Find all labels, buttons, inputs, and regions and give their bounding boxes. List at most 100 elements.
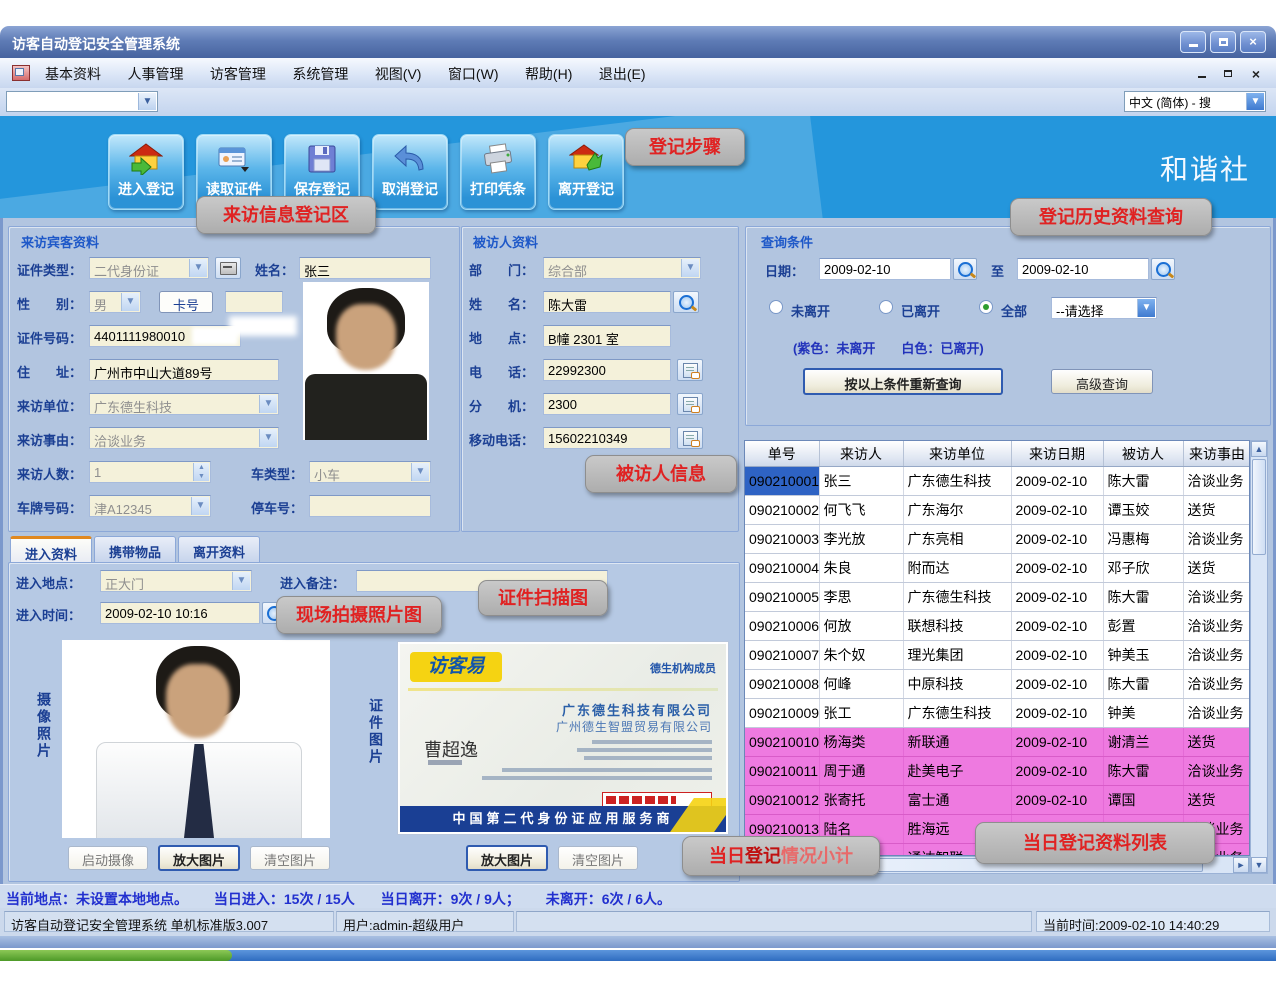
menu-hr[interactable]: 人事管理 — [116, 58, 194, 84]
date-from-picker-button[interactable] — [953, 258, 977, 280]
col-visited[interactable]: 被访人 — [1103, 441, 1183, 467]
plate-no-combo[interactable]: 津A12345 ▼ — [89, 495, 211, 517]
advanced-query-button[interactable]: 高级查询 — [1051, 369, 1153, 394]
entry-time-input[interactable]: 2009-02-10 10:16 — [100, 602, 260, 624]
date-to-input[interactable]: 2009-02-10 — [1017, 258, 1149, 280]
table-row[interactable]: 090210001张三广东德生科技 2009-02-10陈大雷洽谈业务 — [745, 467, 1250, 496]
table-row[interactable]: 090210008何峰中原科技 2009-02-10陈大雷洽谈业务 — [745, 670, 1250, 699]
address-input[interactable]: 广州市中山大道89号 — [89, 359, 279, 381]
dial-ext-button[interactable] — [677, 393, 703, 415]
gender-combo[interactable]: 男 ▼ — [89, 291, 141, 313]
stepper-arrows-icon[interactable]: ▲▼ — [193, 463, 209, 481]
entry-place-combo[interactable]: 正大门 ▼ — [100, 570, 252, 592]
mobile-input[interactable]: 15602210349 — [543, 427, 671, 449]
tab-entry-info[interactable]: 进入资料 — [10, 536, 92, 562]
chevron-down-icon[interactable]: ▼ — [121, 293, 139, 311]
phone-input[interactable]: 22992300 — [543, 359, 671, 381]
menu-exit[interactable]: 退出(E) — [588, 58, 657, 84]
visit-reason-combo[interactable]: 洽谈业务 ▼ — [89, 427, 279, 449]
menu-window[interactable]: 窗口(W) — [437, 58, 510, 84]
chevron-down-icon[interactable]: ▼ — [259, 429, 277, 447]
menu-visitor[interactable]: 访客管理 — [199, 58, 277, 84]
vehicle-type-combo[interactable]: 小车 ▼ — [309, 461, 431, 483]
card-number-button[interactable]: 卡号 — [159, 291, 213, 313]
requery-button[interactable]: 按以上条件重新查询 — [803, 368, 1003, 395]
cert-type-combo[interactable]: 二代身份证 ▼ — [89, 257, 209, 279]
mdi-restore-button[interactable] — [1218, 66, 1238, 82]
location-input[interactable]: B幢 2301 室 — [543, 325, 671, 347]
table-row[interactable]: 090210005李思广东德生科技 2009-02-10陈大雷洽谈业务 — [745, 583, 1250, 612]
zoom-card-button[interactable]: 放大图片 — [466, 845, 548, 871]
cert-no-input[interactable]: 4401111980010 — [89, 325, 241, 347]
dial-mobile-button[interactable] — [677, 427, 703, 449]
menu-help[interactable]: 帮助(H) — [514, 58, 583, 84]
menu-view[interactable]: 视图(V) — [364, 58, 433, 84]
tab-carried-items[interactable]: 携带物品 — [94, 536, 176, 562]
radio-all[interactable] — [979, 300, 993, 314]
chevron-down-icon[interactable]: ▼ — [189, 259, 207, 277]
table-row[interactable]: 090210010杨海类新联通 2009-02-10谢清兰送货 — [745, 728, 1250, 757]
card-number-input[interactable] — [225, 291, 283, 313]
tab-leave-info[interactable]: 离开资料 — [178, 536, 260, 562]
chevron-down-icon[interactable]: ▼ — [138, 93, 156, 110]
mdi-minimize-button[interactable] — [1192, 66, 1212, 82]
col-company[interactable]: 来访单位 — [903, 441, 1011, 467]
dept-combo[interactable]: 综合部 ▼ — [543, 257, 701, 279]
chevron-down-icon[interactable]: ▼ — [681, 259, 699, 277]
menu-basic-data[interactable]: 基本资料 — [34, 58, 112, 84]
table-row[interactable]: 090210011周于通赴美电子 2009-02-10陈大雷洽谈业务 — [745, 757, 1250, 786]
cancel-register-button[interactable]: 取消登记 — [372, 134, 448, 210]
vertical-scroll-thumb[interactable] — [1252, 459, 1266, 555]
chevron-down-icon[interactable]: ▼ — [232, 572, 250, 590]
quick-select-combo[interactable]: ▼ — [6, 91, 158, 112]
table-row[interactable]: 090210006何放联想科技 2009-02-10彭置洽谈业务 — [745, 612, 1250, 641]
visitor-name-input[interactable]: 张三 — [299, 257, 431, 279]
ext-input[interactable]: 2300 — [543, 393, 671, 415]
table-vertical-scrollbar[interactable]: ▲ ▼ — [1250, 440, 1268, 874]
dial-phone-button[interactable] — [677, 359, 703, 381]
chevron-down-icon[interactable]: ▼ — [1137, 299, 1155, 317]
col-reason[interactable]: 来访事由 — [1183, 441, 1250, 467]
radio-left[interactable] — [879, 300, 893, 314]
visitor-count-stepper[interactable]: 1 ▲▼ — [89, 461, 211, 483]
zoom-photo-button[interactable]: 放大图片 — [158, 845, 240, 871]
clear-photo-button[interactable]: 清空图片 — [250, 846, 330, 870]
language-selector[interactable]: 中文 (简体) - 搜 ▼ — [1124, 91, 1266, 112]
visited-name-input[interactable]: 陈大雷 — [543, 291, 671, 313]
date-from-input[interactable]: 2009-02-10 — [819, 258, 951, 280]
parking-no-input[interactable] — [309, 495, 431, 517]
chevron-down-icon[interactable]: ▼ — [1246, 93, 1264, 110]
leave-register-button[interactable]: 离开登记 — [548, 134, 624, 210]
table-row[interactable]: 090210009张工广东德生科技 2009-02-10钟美洽谈业务 — [745, 699, 1250, 728]
chevron-down-icon[interactable]: ▼ — [259, 395, 277, 413]
lookup-visited-button[interactable] — [673, 291, 699, 313]
radio-not-left-label[interactable]: 未离开 — [791, 301, 830, 320]
date-to-picker-button[interactable] — [1151, 258, 1175, 280]
chevron-down-icon[interactable]: ▼ — [411, 463, 429, 481]
radio-all-label[interactable]: 全部 — [1001, 301, 1027, 320]
scroll-up-icon[interactable]: ▲ — [1251, 441, 1267, 457]
table-row[interactable]: 090210003李光放广东亮相 2009-02-10冯惠梅洽谈业务 — [745, 525, 1250, 554]
chevron-down-icon[interactable]: ▼ — [191, 497, 209, 515]
mdi-close-button[interactable]: × — [1246, 66, 1266, 82]
col-order-no[interactable]: 单号 — [745, 441, 819, 467]
table-row[interactable]: 090210007朱个奴理光集团 2009-02-10钟美玉洽谈业务 — [745, 641, 1250, 670]
scroll-right-icon[interactable]: ► — [1233, 857, 1249, 873]
table-row[interactable]: 090210004朱良附而达 2009-02-10邓子欣送货 — [745, 554, 1250, 583]
radio-left-label[interactable]: 已离开 — [901, 301, 940, 320]
read-idcard-button[interactable] — [215, 257, 241, 279]
table-row[interactable]: 090210002何飞飞广东海尔 2009-02-10谭玉姣送货 — [745, 496, 1250, 525]
clear-card-button[interactable]: 清空图片 — [558, 846, 638, 870]
radio-not-left[interactable] — [769, 300, 783, 314]
table-row[interactable]: 090210012张寄托富士通 2009-02-10谭国送货 — [745, 786, 1250, 815]
col-date[interactable]: 来访日期 — [1011, 441, 1103, 467]
enter-register-button[interactable]: 进入登记 — [108, 134, 184, 210]
start-camera-button[interactable]: 启动摄像 — [68, 846, 148, 870]
menu-system[interactable]: 系统管理 — [281, 58, 359, 84]
minimize-button[interactable] — [1180, 31, 1206, 53]
print-slip-button[interactable]: 打印凭条 — [460, 134, 536, 210]
status-filter-combo[interactable]: --请选择 ▼ — [1051, 297, 1157, 319]
scroll-down-icon[interactable]: ▼ — [1251, 857, 1267, 873]
close-button[interactable]: × — [1240, 31, 1266, 53]
visit-company-combo[interactable]: 广东德生科技 ▼ — [89, 393, 279, 415]
